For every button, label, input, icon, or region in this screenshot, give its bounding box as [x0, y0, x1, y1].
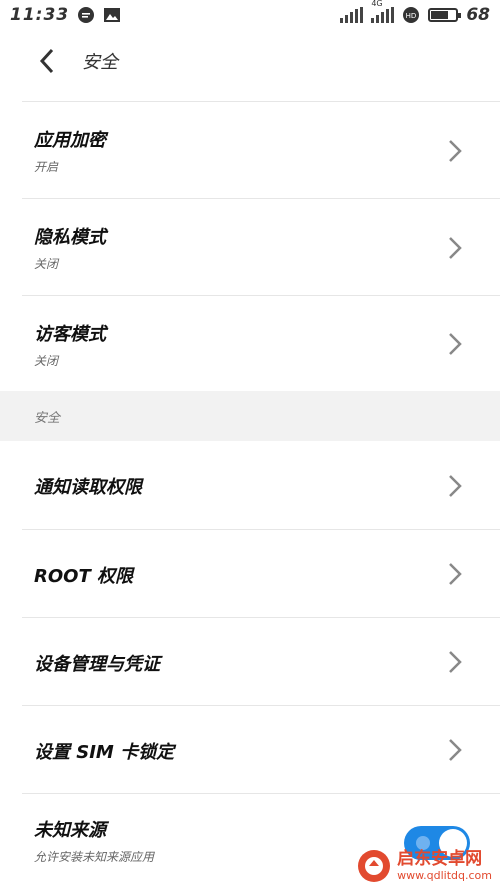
watermark-text: 启东安卓网 www.qdlitdq.com: [397, 849, 492, 882]
row-subtitle: 关闭: [34, 354, 59, 368]
row-guest-mode[interactable]: 访客模式 关闭: [0, 296, 500, 391]
header: 安全: [0, 30, 500, 92]
signal-icon: [340, 7, 364, 23]
row-sim-lock[interactable]: 设置 SIM 卡锁定: [0, 706, 500, 793]
battery-icon: [428, 8, 462, 22]
status-right: 4G HD 68: [340, 0, 490, 25]
chevron-right-icon: [449, 563, 462, 585]
row-subtitle: 允许安装未知来源应用: [34, 850, 155, 864]
section-title: 安全: [34, 410, 61, 426]
signal-4g-group: 4G: [371, 0, 395, 23]
battery-percent: 68: [466, 5, 490, 25]
chevron-right-icon: [449, 739, 462, 761]
status-left: 11:33: [10, 5, 121, 25]
hd-icon: HD: [403, 7, 420, 23]
message-icon: [78, 7, 95, 23]
toggle-indicator: [416, 836, 430, 850]
signal-4g-icon: [371, 7, 395, 23]
row-title: 通知读取权限: [34, 477, 142, 498]
row-title: 设备管理与凭证: [34, 654, 160, 675]
page-title: 安全: [82, 52, 118, 73]
status-bar: 11:33 4G HD 68: [0, 0, 500, 30]
row-root-permission[interactable]: ROOT 权限: [0, 530, 500, 617]
watermark: 启东安卓网 www.qdlitdq.com: [357, 849, 492, 883]
back-button[interactable]: [22, 36, 72, 86]
row-title: 设置 SIM 卡锁定: [34, 742, 175, 763]
chevron-left-icon: [39, 48, 54, 74]
row-title: 应用加密: [34, 130, 106, 151]
watermark-url: www.qdlitdq.com: [397, 869, 492, 882]
status-time: 11:33: [10, 5, 70, 25]
row-app-encryption[interactable]: 应用加密 开启: [0, 102, 500, 198]
row-notification-access[interactable]: 通知读取权限: [0, 441, 500, 529]
row-privacy-mode[interactable]: 隐私模式 关闭: [0, 199, 500, 295]
row-title: 隐私模式: [34, 227, 106, 248]
chevron-right-icon: [449, 651, 462, 673]
chevron-right-icon: [449, 237, 462, 259]
network-type-label: 4G: [371, 0, 383, 8]
chevron-right-icon: [449, 333, 462, 355]
section-header-security: 安全: [0, 391, 500, 441]
row-subtitle: 关闭: [34, 257, 59, 271]
watermark-logo-icon: [358, 850, 391, 882]
row-title: ROOT 权限: [34, 566, 134, 587]
row-subtitle: 开启: [34, 160, 59, 174]
row-device-admin[interactable]: 设备管理与凭证: [0, 618, 500, 705]
svg-text:HD: HD: [406, 12, 417, 20]
row-title: 未知来源: [34, 820, 106, 841]
image-icon: [104, 8, 121, 22]
watermark-name: 启东安卓网: [397, 849, 483, 869]
chevron-right-icon: [449, 140, 462, 162]
chevron-right-icon: [449, 475, 462, 497]
row-title: 访客模式: [34, 324, 106, 345]
